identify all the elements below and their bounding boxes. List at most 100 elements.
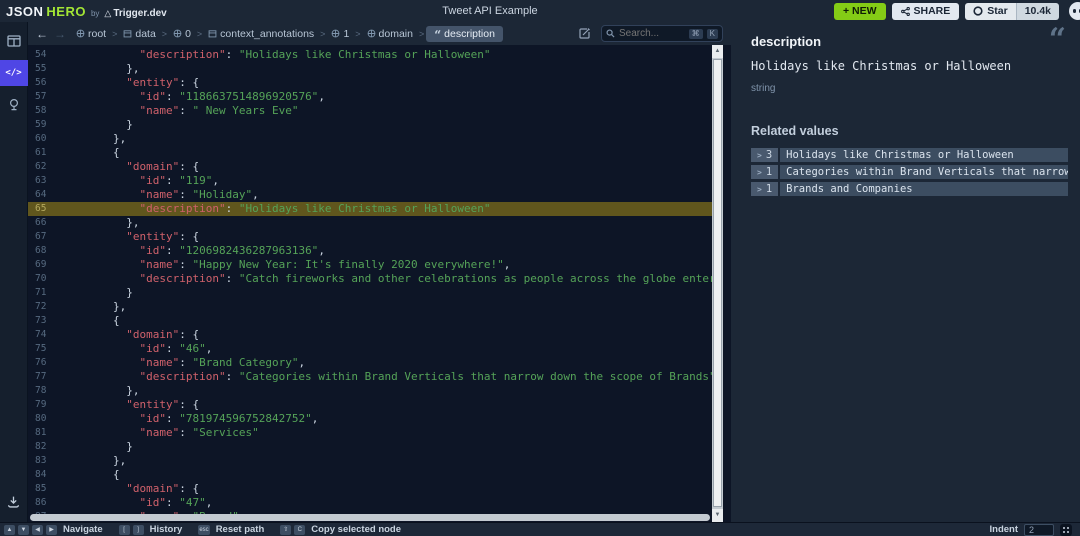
chevron-right-icon: > [320,29,325,39]
vertical-scrollbar[interactable]: ▲ ▼ [712,45,723,522]
view-sidebar: </> [0,22,28,522]
search-box[interactable]: ⌘ K [601,25,723,42]
related-value-row[interactable]: >3Holidays like Christmas or Halloween [751,148,1068,162]
forward-arrow-button[interactable]: → [54,27,66,41]
circle-icon [367,29,376,38]
key-badge: ▲ [4,525,15,535]
code-line-77[interactable]: 77 "description": "Categories within Bra… [28,370,712,384]
code-line-73[interactable]: 73 { [28,314,712,328]
horizontal-scrollbar[interactable] [30,514,710,521]
code-line-84[interactable]: 84 { [28,468,712,482]
code-line-81[interactable]: 81 "name": "Services" [28,426,712,440]
indent-input[interactable] [1024,524,1054,536]
k-key-badge: K [707,29,718,39]
breadcrumb-item-description[interactable]: “description [426,26,503,42]
code-line-83[interactable]: 83 }, [28,454,712,468]
code-text: }, [60,384,139,398]
line-number: 77 [28,370,60,384]
code-line-78[interactable]: 78 }, [28,384,712,398]
code-line-58[interactable]: 58 "name": " New Years Eve" [28,104,712,118]
scroll-down-arrow[interactable]: ▼ [712,509,723,522]
chevron-right-icon: > [757,168,762,177]
line-number: 61 [28,146,60,160]
code-line-74[interactable]: 74 "domain": { [28,328,712,342]
line-number: 86 [28,496,60,510]
discord-icon[interactable] [1069,2,1080,20]
line-number: 63 [28,174,60,188]
code-view-icon: </> [5,68,21,78]
code-line-54[interactable]: 54 "description": "Holidays like Christm… [28,48,712,62]
line-number: 70 [28,272,60,286]
code-line-79[interactable]: 79 "entity": { [28,398,712,412]
code-line-82[interactable]: 82 } [28,440,712,454]
search-icon [606,29,615,38]
breadcrumb-item-context_annotations[interactable]: context_annotations [204,26,318,42]
code-line-85[interactable]: 85 "domain": { [28,482,712,496]
breadcrumb-item-root[interactable]: root [72,26,110,42]
code-line-62[interactable]: 62 "domain": { [28,160,712,174]
json-code-editor[interactable]: 54 "description": "Holidays like Christm… [28,45,712,522]
string-quote-icon: “ [1049,30,1066,50]
code-line-66[interactable]: 66 }, [28,216,712,230]
scroll-up-arrow[interactable]: ▲ [712,45,723,58]
code-line-60[interactable]: 60 }, [28,132,712,146]
code-text: "name": "Services" [60,426,259,440]
column-view-button[interactable] [0,28,28,54]
star-segment[interactable]: Star [965,3,1015,20]
code-line-61[interactable]: 61 { [28,146,712,160]
code-line-55[interactable]: 55 }, [28,62,712,76]
chevron-right-icon: > [355,29,360,39]
code-line-76[interactable]: 76 "name": "Brand Category", [28,356,712,370]
code-line-86[interactable]: 86 "id": "47", [28,496,712,510]
logo-json: JSON [6,4,43,19]
code-line-71[interactable]: 71 } [28,286,712,300]
back-arrow-button[interactable]: ← [36,27,48,41]
key-badge: C [294,525,305,535]
code-line-69[interactable]: 69 "name": "Happy New Year: It's finally… [28,258,712,272]
star-count[interactable]: 10.4k [1016,3,1059,20]
code-line-72[interactable]: 72 }, [28,300,712,314]
download-button[interactable] [0,488,28,514]
code-line-80[interactable]: 80 "id": "781974596752842752", [28,412,712,426]
breadcrumb-item-domain[interactable]: domain [363,26,417,42]
code-line-67[interactable]: 67 "entity": { [28,230,712,244]
edit-json-button[interactable] [578,27,591,40]
breadcrumb-item-0[interactable]: 0 [169,26,195,42]
line-number: 58 [28,104,60,118]
line-number: 56 [28,76,60,90]
logo-brand[interactable]: Trigger.dev [113,8,166,19]
circle-icon [76,29,85,38]
related-value-row[interactable]: >1Brands and Companies [751,182,1068,196]
tree-view-button[interactable] [0,92,28,118]
new-button[interactable]: + NEW [834,3,886,20]
code-line-70[interactable]: 70 "description": "Catch fireworks and o… [28,272,712,286]
code-line-63[interactable]: 63 "id": "119", [28,174,712,188]
code-line-56[interactable]: 56 "entity": { [28,76,712,90]
breadcrumb-item-1[interactable]: 1 [327,26,353,42]
code-line-75[interactable]: 75 "id": "46", [28,342,712,356]
shortcut-label: Copy selected node [311,524,401,535]
github-icon [973,6,983,16]
code-line-68[interactable]: 68 "id": "1206982436287963136", [28,244,712,258]
search-input[interactable] [619,28,685,39]
share-button[interactable]: SHARE [892,3,960,20]
line-number: 59 [28,118,60,132]
code-line-59[interactable]: 59 } [28,118,712,132]
code-line-64[interactable]: 64 "name": "Holiday", [28,188,712,202]
grid-dots-icon[interactable] [1060,524,1072,536]
app-logo[interactable]: JSON HERO by △ Trigger.dev [6,4,167,19]
line-number: 84 [28,468,60,482]
related-value-label: Brands and Companies [780,182,1068,196]
code-view-button[interactable]: </> [0,60,28,86]
cmd-key-badge: ⌘ [689,29,703,39]
code-text: "name": "Brand Category", [60,356,305,370]
related-value-row[interactable]: >1Categories within Brand Verticals that… [751,165,1068,179]
github-star-button[interactable]: Star 10.4k [965,3,1059,20]
vertical-scrollbar-thumb[interactable] [713,59,722,507]
line-number: 79 [28,398,60,412]
code-line-57[interactable]: 57 "id": "1186637514896920576", [28,90,712,104]
chevron-right-icon: > [757,151,762,160]
status-bar: ▲▼◀▶Navigate[]HistoryescReset path⇧CCopy… [0,522,1080,536]
code-line-65[interactable]: 65 "description": "Holidays like Christm… [28,202,712,216]
breadcrumb-item-data[interactable]: data [119,26,159,42]
